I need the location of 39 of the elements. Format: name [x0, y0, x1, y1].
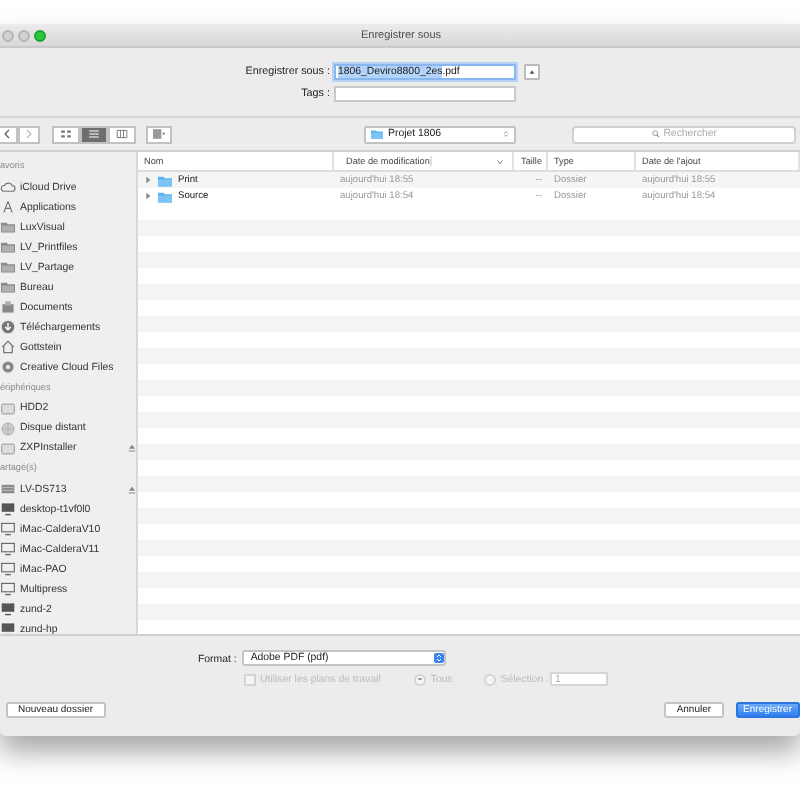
monitor-icon	[0, 522, 16, 536]
disclosure-icon[interactable]	[144, 176, 152, 184]
cloud-icon	[0, 180, 16, 194]
expand-button[interactable]	[524, 63, 540, 79]
monitor-icon	[0, 562, 16, 576]
folder-icon	[370, 128, 384, 140]
display-icon	[0, 502, 16, 516]
back-button[interactable]	[0, 125, 18, 143]
monitor-icon	[0, 542, 16, 556]
chevron-right-icon	[24, 128, 34, 140]
chevron-left-icon	[2, 128, 12, 140]
folder-icon	[0, 260, 16, 274]
zoom-button[interactable]	[34, 29, 46, 41]
eject-icon[interactable]	[128, 485, 136, 493]
view-button[interactable]	[52, 125, 80, 143]
download-icon	[0, 320, 16, 334]
eject-icon[interactable]	[128, 444, 136, 452]
arrange-icon	[152, 128, 166, 140]
document-icon	[0, 300, 16, 314]
updown-icon	[502, 128, 511, 140]
list-view-icon	[86, 128, 102, 140]
sort-icon	[496, 157, 504, 165]
folder-icon	[0, 280, 16, 294]
view-button[interactable]	[108, 125, 136, 143]
display-icon	[0, 622, 16, 636]
view-button[interactable]	[80, 125, 108, 143]
monitor-icon	[0, 582, 16, 596]
folder-icon	[0, 240, 16, 254]
stepper-icon	[434, 650, 445, 666]
house-icon	[0, 340, 16, 354]
grid-view-icon	[58, 128, 74, 140]
disclosure-icon[interactable]	[144, 192, 152, 200]
caret-icon	[526, 65, 538, 77]
column-view-icon	[114, 128, 130, 140]
display-icon	[0, 602, 16, 616]
tags-field[interactable]	[334, 85, 516, 101]
arrange-button[interactable]	[146, 125, 172, 143]
folder-icon	[0, 220, 16, 234]
search-icon	[651, 130, 660, 138]
